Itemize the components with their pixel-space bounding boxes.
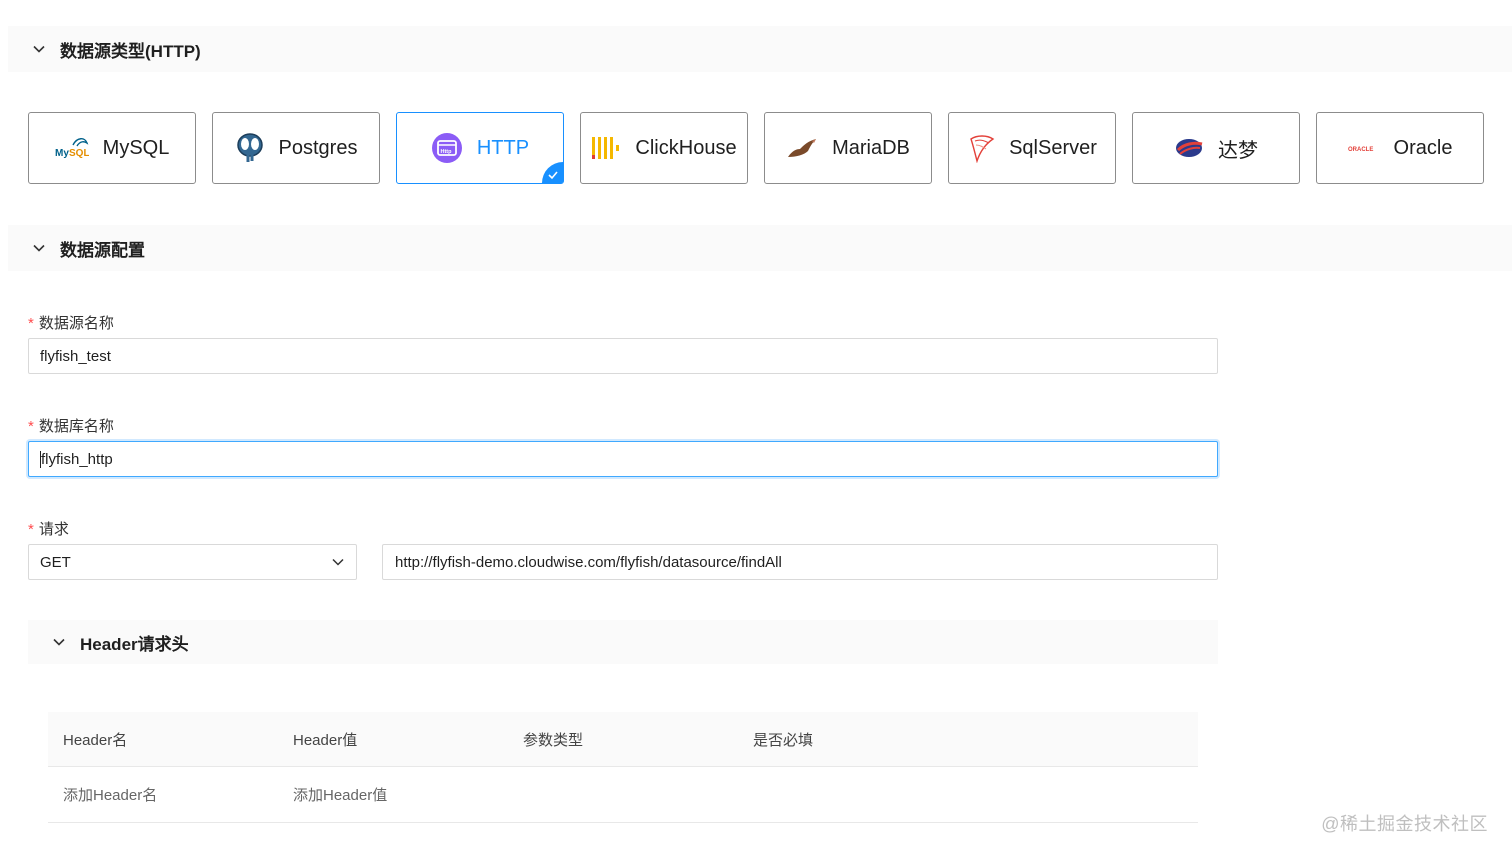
type-card-label: ClickHouse bbox=[635, 136, 737, 159]
oracle-icon: ORACLE bbox=[1348, 142, 1380, 154]
type-card-label: MariaDB bbox=[832, 136, 910, 159]
datasource-type-list: My SQL MySQL Postgres Http HTTP ClickHou… bbox=[28, 112, 1484, 184]
svg-text:Http: Http bbox=[440, 149, 452, 155]
mariadb-icon bbox=[786, 137, 818, 159]
request-method-value: GET bbox=[40, 553, 71, 571]
type-card-mariadb[interactable]: MariaDB bbox=[764, 112, 932, 184]
type-card-mysql[interactable]: My SQL MySQL bbox=[28, 112, 196, 184]
request-label: * 请求 bbox=[28, 521, 69, 538]
column-header: 参数类型 bbox=[523, 731, 584, 749]
type-card-label: SqlServer bbox=[1009, 136, 1097, 159]
header-section-title: Header请求头 bbox=[80, 634, 189, 654]
config-section-title: 数据源配置 bbox=[60, 240, 145, 260]
type-card-label: HTTP bbox=[476, 136, 530, 159]
type-card-oracle[interactable]: ORACLE Oracle bbox=[1316, 112, 1484, 184]
column-header: Header名 bbox=[63, 731, 128, 749]
dameng-icon bbox=[1174, 136, 1204, 160]
column-header: 是否必填 bbox=[753, 731, 814, 749]
header-table: Header名 Header值 参数类型 是否必填 添加Header名 添加He… bbox=[48, 712, 1198, 823]
chevron-down-icon bbox=[33, 45, 45, 53]
database-name-label: * 数据库名称 bbox=[28, 418, 114, 435]
type-card-label: Oracle bbox=[1393, 136, 1453, 159]
required-mark: * bbox=[28, 418, 34, 435]
config-section-header[interactable]: 数据源配置 bbox=[8, 225, 1512, 271]
type-section-header[interactable]: 数据源类型(HTTP) bbox=[8, 26, 1512, 72]
datasource-name-input[interactable]: flyfish_test bbox=[28, 338, 1218, 374]
type-card-postgres[interactable]: Postgres bbox=[212, 112, 380, 184]
svg-text:My: My bbox=[55, 148, 69, 159]
mysql-icon: My SQL bbox=[55, 135, 89, 161]
type-card-dameng[interactable]: 达梦 bbox=[1132, 112, 1300, 184]
required-mark: * bbox=[28, 315, 34, 332]
table-header-row: Header名 Header值 参数类型 是否必填 bbox=[48, 712, 1198, 767]
clickhouse-icon bbox=[591, 135, 621, 161]
selected-check-icon bbox=[541, 161, 563, 183]
type-card-http[interactable]: Http HTTP bbox=[396, 112, 564, 184]
type-card-clickhouse[interactable]: ClickHouse bbox=[580, 112, 748, 184]
column-header: Header值 bbox=[293, 731, 358, 749]
request-url-input[interactable]: http://flyfish-demo.cloudwise.com/flyfis… bbox=[382, 544, 1218, 580]
request-method-select[interactable]: GET bbox=[28, 544, 357, 580]
type-card-label: MySQL bbox=[102, 136, 170, 159]
chevron-down-icon bbox=[33, 244, 45, 252]
chevron-down-icon bbox=[53, 638, 65, 646]
database-name-input[interactable]: flyfish_http bbox=[28, 441, 1218, 477]
svg-text:SQL: SQL bbox=[69, 148, 89, 159]
table-row: 添加Header名 添加Header值 bbox=[48, 767, 1198, 823]
sqlserver-icon bbox=[967, 133, 995, 163]
add-header-name-input[interactable]: 添加Header名 bbox=[48, 784, 278, 805]
postgres-icon bbox=[235, 132, 265, 164]
type-card-label: 达梦 bbox=[1218, 139, 1258, 162]
datasource-name-label: * 数据源名称 bbox=[28, 315, 114, 332]
required-mark: * bbox=[28, 521, 34, 538]
type-card-sqlserver[interactable]: SqlServer bbox=[948, 112, 1116, 184]
svg-text:ORACLE: ORACLE bbox=[1348, 147, 1373, 153]
http-icon: Http bbox=[431, 132, 463, 164]
datasource-form-page: 数据源类型(HTTP) My SQL MySQL Postgres Http H… bbox=[0, 0, 1512, 856]
type-section-title: 数据源类型(HTTP) bbox=[60, 41, 201, 61]
header-section-header[interactable]: Header请求头 bbox=[28, 620, 1218, 664]
chevron-down-icon bbox=[332, 558, 344, 566]
type-card-label: Postgres bbox=[278, 136, 358, 159]
watermark-text: @稀土掘金技术社区 bbox=[1321, 814, 1488, 834]
add-header-value-input[interactable]: 添加Header值 bbox=[278, 784, 508, 805]
